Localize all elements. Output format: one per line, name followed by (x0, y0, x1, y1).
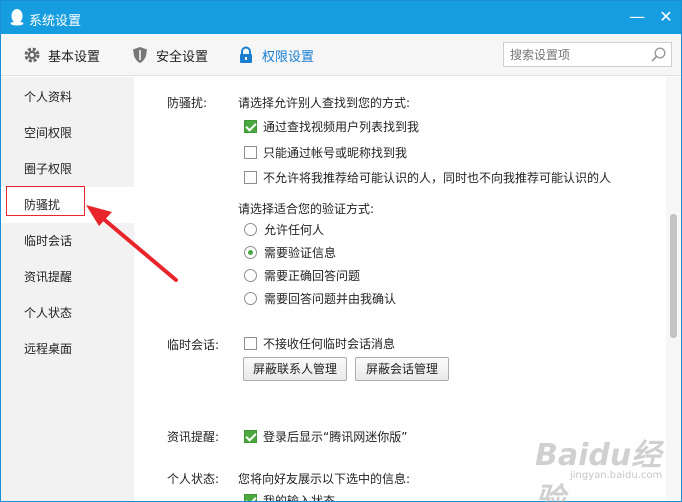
tab-basic-settings[interactable]: 基本设置 (23, 45, 100, 65)
status-typing-option[interactable]: 我的输入状态 (244, 492, 336, 502)
settings-window: 系统设置 — ✕ 基本设置 安全设置 权限设置 搜索设置项 个人资料 空间权限 … (0, 0, 682, 502)
option-label: 登录后显示“腾讯网迷你版” (263, 429, 408, 444)
settings-search[interactable] (503, 42, 672, 67)
section-label-anti-harassment: 防骚扰: (167, 96, 208, 110)
tab-security-label: 安全设置 (156, 49, 209, 65)
sidebar-item-personal-status[interactable]: 个人状态 (1, 295, 134, 331)
search-icon[interactable] (650, 46, 667, 63)
title-bar[interactable]: 系统设置 — ✕ (1, 1, 681, 34)
qq-penguin-icon (10, 9, 24, 26)
section-label-news: 资讯提醒: (167, 430, 220, 444)
option-label: 通过查找视频用户列表找到我 (263, 119, 420, 134)
settings-sidebar: 个人资料 空间权限 圈子权限 防骚扰 临时会话 资讯提醒 个人状态 远程桌面 (1, 77, 134, 501)
sidebar-item-news-reminder[interactable]: 资讯提醒 (1, 259, 134, 295)
option-label: 需要正确回答问题 (264, 268, 361, 283)
status-prompt: 您将向好友展示以下选中的信息: (238, 472, 411, 486)
tab-security-settings[interactable]: 安全设置 (131, 45, 208, 65)
radio[interactable] (244, 291, 257, 305)
find-method-prompt: 请选择允许别人查找到您的方式: (238, 96, 411, 110)
sidebar-item-profile[interactable]: 个人资料 (1, 79, 134, 115)
option-label: 不允许将我推荐给可能认识的人，同时也不向我推荐可能认识的人 (263, 170, 612, 185)
find-option-account-only[interactable]: 只能通过帐号或昵称找到我 (244, 144, 407, 160)
radio[interactable] (244, 222, 257, 236)
blocked-contacts-button[interactable]: 屏蔽联系人管理 (243, 357, 347, 381)
checkbox[interactable] (244, 170, 257, 184)
verify-option-answer-confirm[interactable]: 需要回答问题并由我确认 (244, 290, 396, 306)
find-option-video-list[interactable]: 通过查找视频用户列表找到我 (244, 118, 419, 134)
sidebar-item-space-permission[interactable]: 空间权限 (1, 115, 134, 151)
option-label: 需要回答问题并由我确认 (264, 291, 397, 306)
highlight-box (6, 186, 85, 216)
gear-icon (24, 47, 40, 63)
option-label: 只能通过帐号或昵称找到我 (263, 145, 408, 160)
checkbox[interactable] (244, 145, 257, 159)
checkbox-checked[interactable] (244, 493, 257, 501)
verify-option-need-info[interactable]: 需要验证信息 (244, 244, 336, 260)
option-label: 我的输入状态 (263, 493, 336, 502)
lock-icon (240, 46, 252, 63)
category-toolbar: 基本设置 安全设置 权限设置 (1, 34, 681, 76)
sidebar-item-remote-desktop[interactable]: 远程桌面 (1, 331, 134, 367)
section-label-temp-session: 临时会话: (167, 338, 220, 352)
tab-basic-label: 基本设置 (48, 49, 101, 65)
blocked-sessions-button[interactable]: 屏蔽会话管理 (355, 357, 449, 381)
checkbox[interactable] (244, 336, 257, 350)
close-button[interactable]: ✕ (656, 7, 676, 27)
radio[interactable] (244, 268, 257, 282)
search-input[interactable] (504, 43, 644, 66)
scrollbar-thumb[interactable] (670, 214, 677, 338)
minimize-button[interactable]: — (627, 7, 647, 27)
section-label-status: 个人状态: (167, 472, 220, 486)
temp-session-block-option[interactable]: 不接收任何临时会话消息 (244, 335, 395, 351)
find-option-no-recommend[interactable]: 不允许将我推荐给可能认识的人，同时也不向我推荐可能认识的人 (244, 169, 611, 185)
news-mini-option[interactable]: 登录后显示“腾讯网迷你版” (244, 428, 407, 444)
watermark-logo: Baidu经验 (535, 438, 662, 502)
watermark-url: jingyan.baidu.com (570, 470, 663, 481)
radio-selected[interactable] (244, 245, 257, 259)
sidebar-item-circle-permission[interactable]: 圈子权限 (1, 151, 134, 187)
option-label: 需要验证信息 (264, 245, 337, 260)
tab-permission-settings[interactable]: 权限设置 (237, 45, 314, 65)
checkbox-checked[interactable] (244, 429, 257, 443)
verify-option-answer-question[interactable]: 需要正确回答问题 (244, 267, 360, 283)
option-label: 允许任何人 (264, 222, 325, 237)
window-title: 系统设置 (29, 14, 82, 29)
sidebar-item-temp-session[interactable]: 临时会话 (1, 223, 134, 259)
option-label: 不接收任何临时会话消息 (263, 336, 396, 351)
verify-option-anyone[interactable]: 允许任何人 (244, 221, 324, 237)
shield-icon (133, 47, 147, 63)
checkbox-checked[interactable] (244, 119, 257, 133)
tab-permission-label: 权限设置 (262, 49, 315, 65)
verify-method-prompt: 请选择适合您的验证方式: (238, 202, 375, 216)
